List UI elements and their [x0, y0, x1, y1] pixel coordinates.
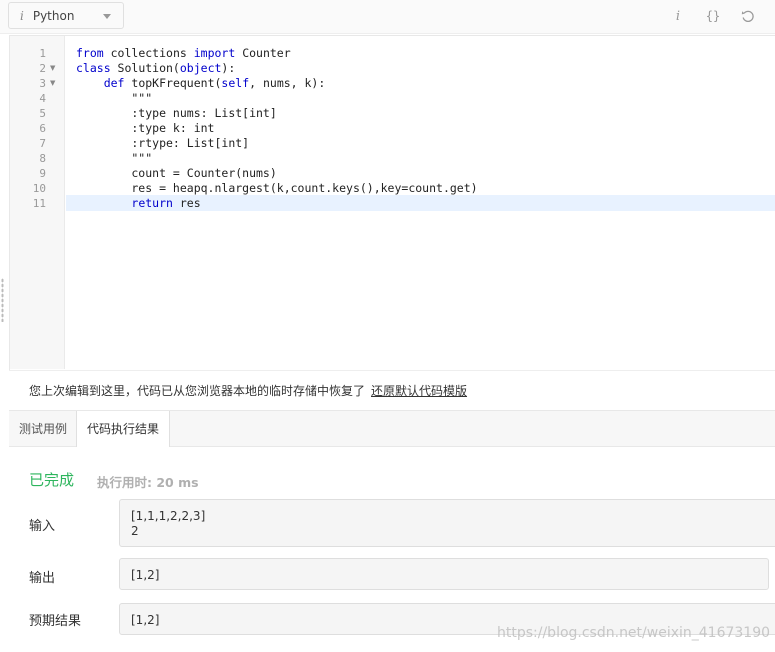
code-line[interactable]: count = Counter(nums)	[76, 166, 276, 181]
tab-test-cases[interactable]: 测试用例	[9, 411, 77, 447]
code-line[interactable]: return res	[76, 196, 200, 211]
watermark: https://blog.csdn.net/weixin_41673190	[497, 625, 771, 641]
code-line[interactable]: :type k: int	[76, 121, 214, 136]
code-line[interactable]: :type nums: List[int]	[76, 106, 276, 121]
resize-handle[interactable]	[1, 278, 4, 322]
input-nums: [1,1,1,2,2,3]	[131, 509, 206, 523]
status-badge: 已完成	[29, 471, 75, 489]
output-value: [1,2]	[119, 558, 769, 590]
line-number: 4	[39, 92, 46, 105]
restore-notice: 您上次编辑到这里，代码已从您浏览器本地的临时存储中恢复了 还原默认代码模版	[9, 370, 775, 410]
expected-label: 预期结果	[29, 614, 82, 629]
code-line[interactable]: def topKFrequent(self, nums, k):	[76, 76, 326, 91]
line-number: 2	[39, 62, 46, 75]
console-tabs: 测试用例 代码执行结果	[9, 410, 775, 448]
info-button[interactable]: i	[670, 5, 686, 27]
code-line[interactable]: """	[76, 151, 152, 166]
info-icon: i	[20, 8, 24, 23]
chevron-down-icon	[103, 14, 111, 19]
language-label: Python	[32, 8, 75, 23]
line-number-gutter: 1 2 3 4 5 6 7 8 9 10 11 ▼ ▼	[10, 36, 65, 369]
input-value: [1,1,1,2,2,3] 2	[119, 499, 775, 547]
editor-toolbar: i Python i {}	[0, 0, 775, 34]
line-number: 3	[39, 77, 46, 90]
line-number: 11	[32, 197, 46, 210]
format-code-button[interactable]: {}	[702, 5, 724, 27]
output-label: 输出	[29, 571, 56, 586]
code-line[interactable]: from collections import Counter	[76, 46, 291, 61]
reset-code-button[interactable]	[737, 5, 759, 27]
code-line[interactable]: :rtype: List[int]	[76, 136, 249, 151]
code-line[interactable]: res = heapq.nlargest(k,count.keys(),key=…	[76, 181, 477, 196]
line-number: 10	[32, 182, 46, 195]
line-number: 7	[39, 137, 46, 150]
result-panel: 已完成 执行用时: 20 ms 输入 [1,1,1,2,2,3] 2 输出 [1…	[9, 447, 775, 652]
info-icon: i	[675, 8, 681, 24]
fold-arrow-icon[interactable]: ▼	[50, 76, 55, 91]
line-number: 8	[39, 152, 46, 165]
reset-icon	[741, 10, 754, 22]
input-k: 2	[131, 524, 139, 538]
restore-default-template-link[interactable]: 还原默认代码模版	[371, 382, 467, 399]
restore-message: 您上次编辑到这里，代码已从您浏览器本地的临时存储中恢复了	[29, 384, 366, 398]
code-line[interactable]: class Solution(object):	[76, 61, 235, 76]
line-number: 5	[39, 107, 46, 120]
language-select[interactable]: i Python	[8, 2, 124, 29]
fold-arrow-icon[interactable]: ▼	[50, 61, 55, 76]
line-number: 9	[39, 167, 46, 180]
line-number: 6	[39, 122, 46, 135]
line-number: 1	[39, 47, 46, 60]
runtime-text: 执行用时: 20 ms	[97, 475, 199, 490]
code-line[interactable]: """	[76, 91, 152, 106]
input-label: 输入	[29, 519, 56, 534]
format-braces-icon: {}	[705, 9, 721, 23]
tab-execution-result[interactable]: 代码执行结果	[76, 411, 171, 448]
code-editor[interactable]: 1 2 3 4 5 6 7 8 9 10 11 ▼ ▼ from collect…	[9, 35, 775, 370]
